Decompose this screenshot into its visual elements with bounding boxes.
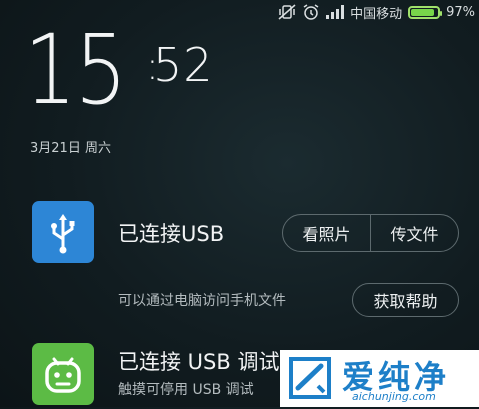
battery-icon [408,5,443,19]
watermark-url: aichunjing.com [352,390,436,403]
android-icon[interactable] [32,343,94,405]
signal-icon [326,5,345,19]
clock-hour: 15 [24,14,127,126]
usb-debug-notification-title[interactable]: 已连接 USB 调试 [118,346,279,376]
status-bar: 中国移动 97% [278,0,479,24]
lockscreen-date: 3月21日 周六 [30,141,111,156]
watermark: 爱纯净 aichunjing.com [280,350,479,407]
clock-minute: 52 [153,38,214,92]
watermark-logo-icon [289,357,331,399]
usb-action-group: 看照片 传文件 [282,214,459,252]
get-help-button[interactable]: 获取帮助 [352,283,459,317]
battery-percent: 97% [446,4,475,20]
view-photos-button[interactable]: 看照片 [283,215,370,251]
usb-notification-title[interactable]: 已连接USB [118,218,224,248]
usb-notification-subtitle: 可以通过电脑访问手机文件 [118,293,286,309]
transfer-files-button[interactable]: 传文件 [370,215,458,251]
vibrate-off-icon [278,4,296,20]
carrier-name: 中国移动 [350,6,403,22]
usb-debug-notification-subtitle: 触摸可停用 USB 调试 [118,382,254,398]
usb-icon[interactable] [32,201,94,263]
alarm-icon [302,4,320,20]
